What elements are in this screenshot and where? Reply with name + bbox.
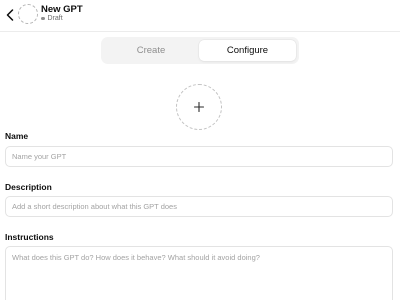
gpt-editor-page: New GPT Draft Create Configure Name Desc… xyxy=(0,0,400,300)
back-button[interactable] xyxy=(3,7,17,23)
instructions-label: Instructions xyxy=(5,232,54,242)
tab-create[interactable]: Create xyxy=(104,40,198,61)
gpt-title: New GPT xyxy=(41,4,83,15)
image-upload-button[interactable] xyxy=(176,84,222,130)
instructions-textarea[interactable] xyxy=(5,246,393,300)
chevron-left-icon xyxy=(6,9,14,21)
plus-icon xyxy=(194,102,204,112)
status-dot-icon xyxy=(41,16,45,21)
name-label: Name xyxy=(5,131,29,141)
description-input[interactable] xyxy=(5,196,393,217)
header-bar: New GPT Draft xyxy=(0,0,400,32)
name-input[interactable] xyxy=(5,146,393,167)
description-label: Description xyxy=(5,182,52,192)
tab-configure[interactable]: Configure xyxy=(199,40,296,61)
mode-segmented-control: Create Configure xyxy=(101,37,299,64)
status-label: Draft xyxy=(47,15,63,22)
status-indicator: Draft xyxy=(41,15,63,22)
gpt-avatar xyxy=(18,4,38,24)
